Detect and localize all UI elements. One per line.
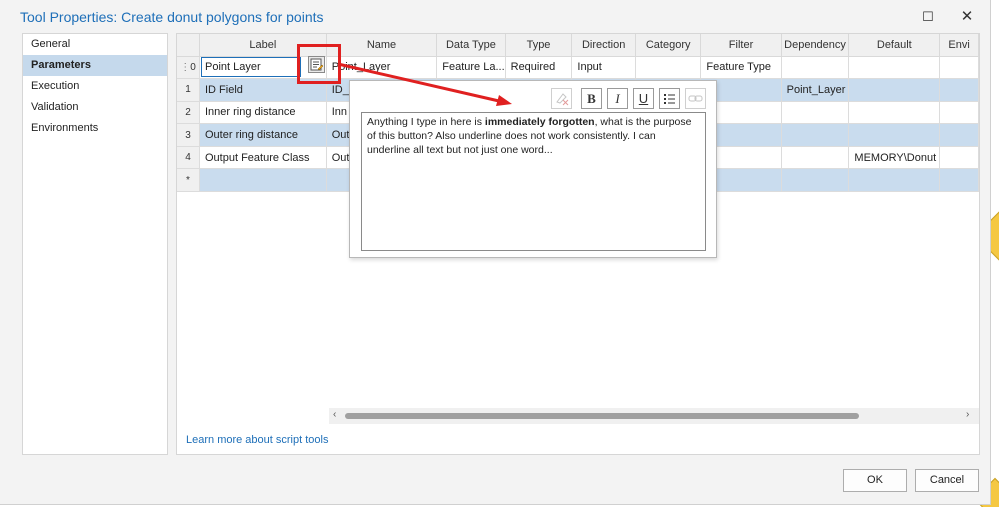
underline-button[interactable]: U — [633, 88, 654, 109]
column-header-dependency[interactable]: Dependency — [781, 34, 850, 57]
bulleted-list-button[interactable] — [659, 88, 680, 109]
category-cell[interactable] — [635, 56, 702, 80]
filter-cell[interactable]: Feature Type — [700, 56, 782, 80]
sidebar-item-general[interactable]: General — [23, 34, 167, 55]
clear-formatting-button[interactable] — [551, 88, 572, 109]
default-cell[interactable]: MEMORY\Donut — [848, 146, 941, 170]
environment-cell[interactable] — [939, 78, 979, 102]
column-header-name[interactable]: Name — [326, 34, 438, 57]
column-header-environment[interactable]: Envi — [939, 34, 979, 57]
environment-cell[interactable] — [939, 168, 979, 193]
row-number[interactable]: ⋮0 — [177, 56, 200, 80]
table-header: Label Name Data Type Type Direction Cate… — [177, 34, 979, 57]
environment-cell[interactable] — [939, 101, 979, 125]
default-cell[interactable] — [848, 123, 941, 147]
scrollbar-thumb[interactable] — [345, 413, 859, 419]
sidebar-item-parameters[interactable]: Parameters — [23, 55, 167, 76]
learn-more-link[interactable]: Learn more about script tools — [186, 434, 328, 446]
direction-cell[interactable]: Input — [571, 56, 636, 80]
label-cell[interactable]: Inner ring distance — [199, 101, 327, 125]
italic-button[interactable]: I — [607, 88, 628, 109]
column-header-label[interactable]: Label — [199, 34, 327, 57]
clear-formatting-icon — [556, 93, 569, 106]
environment-cell[interactable] — [939, 56, 979, 80]
sidebar-item-environments[interactable]: Environments — [23, 118, 167, 139]
column-header-data-type[interactable]: Data Type — [436, 34, 506, 57]
label-cell[interactable]: Output Feature Class — [199, 146, 327, 170]
hyperlink-button[interactable] — [685, 88, 706, 109]
default-cell[interactable] — [848, 78, 941, 102]
title-bar: Tool Properties: Create donut polygons f… — [0, 0, 991, 32]
dependency-cell[interactable] — [781, 146, 850, 170]
environment-cell[interactable] — [939, 146, 979, 170]
column-header-default[interactable]: Default — [848, 34, 941, 57]
default-cell[interactable] — [848, 168, 941, 193]
bold-button[interactable]: B — [581, 88, 602, 109]
sidebar-item-validation[interactable]: Validation — [23, 97, 167, 118]
maximize-icon[interactable]: ☐ — [918, 8, 938, 26]
environment-cell[interactable] — [939, 123, 979, 147]
label-cell[interactable] — [199, 168, 327, 193]
label-cell[interactable]: ID Field — [199, 78, 327, 102]
scroll-left-icon[interactable]: ‹ — [333, 409, 336, 420]
label-edit-field[interactable]: Point Layer — [201, 57, 301, 78]
sidebar-item-execution[interactable]: Execution — [23, 76, 167, 97]
column-header-filter[interactable]: Filter — [700, 34, 782, 57]
row-number[interactable]: 1 — [177, 78, 200, 102]
dependency-cell[interactable] — [781, 123, 850, 147]
sidebar: General Parameters Execution Validation … — [22, 33, 168, 455]
hyperlink-icon — [688, 95, 703, 102]
type-cell[interactable]: Required — [505, 56, 573, 80]
column-header-direction[interactable]: Direction — [571, 34, 636, 57]
name-cell[interactable]: Point_Layer — [326, 56, 438, 80]
dependency-cell[interactable] — [781, 168, 850, 193]
column-header — [177, 34, 200, 57]
column-header-type[interactable]: Type — [505, 34, 573, 57]
dependency-cell[interactable]: Point_Layer — [781, 78, 850, 102]
dependency-cell[interactable] — [781, 101, 850, 125]
bulleted-list-icon — [664, 94, 675, 104]
scroll-right-icon[interactable]: › — [966, 409, 969, 420]
row-number[interactable]: 4 — [177, 146, 200, 170]
edit-description-button[interactable] — [308, 56, 325, 73]
default-cell[interactable] — [848, 101, 941, 125]
edit-note-icon — [310, 58, 324, 71]
dialog-title: Tool Properties: Create donut polygons f… — [20, 9, 324, 25]
default-cell[interactable] — [848, 56, 941, 80]
horizontal-scrollbar[interactable]: ‹ › — [329, 408, 979, 424]
data-type-cell[interactable]: Feature La... — [436, 56, 506, 80]
description-text-area[interactable]: Anything I type in here is immediately f… — [361, 112, 706, 251]
ok-button[interactable]: OK — [843, 469, 907, 492]
dependency-cell[interactable] — [781, 56, 850, 80]
description-popup: B I U Anything I type in here is immedia… — [349, 80, 717, 258]
row-number[interactable]: 3 — [177, 123, 200, 147]
close-icon[interactable]: ✕ — [957, 8, 977, 26]
row-number[interactable]: 2 — [177, 101, 200, 125]
table-row[interactable]: ⋮0 Point Layer Point_Layer Feature La...… — [177, 56, 979, 80]
tool-properties-dialog: Tool Properties: Create donut polygons f… — [0, 0, 991, 505]
cancel-button[interactable]: Cancel — [915, 469, 979, 492]
label-cell[interactable]: Outer ring distance — [199, 123, 327, 147]
column-header-category[interactable]: Category — [635, 34, 702, 57]
row-number[interactable]: * — [177, 168, 200, 193]
